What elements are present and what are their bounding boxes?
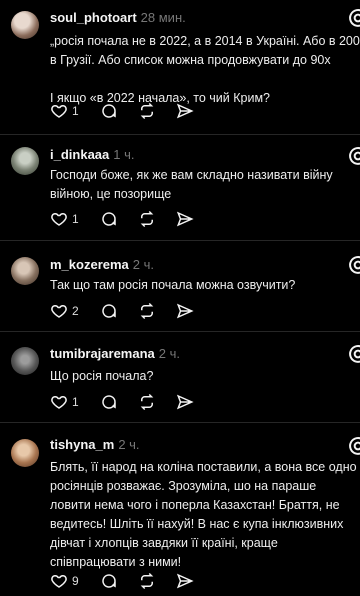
comment-icon — [102, 395, 116, 409]
username[interactable]: m_kozerema — [50, 257, 129, 272]
comment-icon — [102, 304, 116, 318]
avatar[interactable] — [11, 257, 39, 285]
username[interactable]: i_dinkaaa — [50, 147, 109, 162]
heart-icon — [51, 104, 67, 118]
timestamp: 2 ч. — [132, 257, 155, 272]
heart-icon — [51, 574, 67, 588]
repost-icon — [140, 210, 154, 228]
send-icon — [176, 303, 194, 319]
send-icon — [176, 103, 194, 119]
share-button[interactable] — [176, 102, 194, 120]
comment-icon — [102, 574, 116, 588]
like-count: 1 — [72, 212, 79, 226]
send-icon — [176, 573, 194, 589]
share-button[interactable] — [176, 210, 194, 228]
comment-text: Блять, її народ на коліна поставили, а в… — [50, 460, 357, 569]
comment-text: „росія почала не в 2022, а в 2014 в Укра… — [50, 34, 360, 105]
comment-text: Так що там росія почала можна озвучити? — [50, 278, 296, 292]
send-icon — [176, 394, 194, 410]
comment-2: i_dinkaaa 1 ч. Господи боже, як же вам ск… — [0, 135, 360, 235]
heart-icon — [51, 212, 67, 226]
timestamp: 28 мин. — [140, 10, 186, 25]
like-count: 9 — [72, 574, 79, 588]
threads-icon[interactable] — [348, 344, 360, 364]
comment-text: Господи боже, як же вам складно називати… — [50, 168, 333, 201]
comment-5: tishyna_m 2 ч. Блять, її народ на коліна … — [0, 423, 360, 596]
like-count: 1 — [72, 395, 79, 409]
reply-button[interactable] — [100, 102, 118, 120]
repost-button[interactable] — [138, 210, 156, 228]
comment-icon — [102, 212, 116, 226]
repost-button[interactable] — [138, 102, 156, 120]
repost-button[interactable] — [138, 572, 156, 590]
send-icon — [176, 211, 194, 227]
reply-button[interactable] — [100, 393, 118, 411]
comment-text: Що росія почала? — [50, 369, 154, 383]
threads-icon[interactable] — [348, 146, 360, 166]
comment-icon — [102, 104, 116, 118]
avatar[interactable] — [11, 347, 39, 375]
username[interactable]: tumibrajaremana — [50, 346, 155, 361]
comment-3: m_kozerema 2 ч. Так що там росія почала м… — [0, 241, 360, 331]
timestamp: 2 ч. — [118, 437, 140, 452]
threads-icon[interactable] — [348, 8, 360, 28]
avatar[interactable] — [11, 11, 39, 39]
like-count: 1 — [72, 104, 79, 118]
repost-icon — [140, 102, 154, 120]
like-button[interactable]: 9 — [50, 572, 80, 590]
threads-icon[interactable] — [348, 255, 360, 275]
timestamp: 1 ч. — [113, 147, 135, 162]
repost-button[interactable] — [138, 393, 156, 411]
repost-icon — [140, 393, 154, 411]
repost-icon — [140, 572, 154, 590]
repost-button[interactable] — [138, 302, 156, 320]
share-button[interactable] — [176, 302, 194, 320]
reply-button[interactable] — [100, 572, 118, 590]
like-button[interactable]: 1 — [50, 102, 80, 120]
heart-icon — [51, 304, 67, 318]
reply-button[interactable] — [100, 302, 118, 320]
avatar[interactable] — [11, 439, 39, 467]
threads-icon[interactable] — [348, 436, 360, 456]
comment-1: soul_photoart 28 мин. „росія почала не в … — [0, 0, 360, 130]
heart-icon — [51, 395, 67, 409]
avatar[interactable] — [11, 147, 39, 175]
reply-button[interactable] — [100, 210, 118, 228]
like-button[interactable]: 1 — [50, 210, 80, 228]
username[interactable]: soul_photoart — [50, 10, 137, 25]
like-button[interactable]: 2 — [50, 302, 80, 320]
timestamp: 2 ч. — [158, 346, 180, 361]
like-count: 2 — [72, 304, 79, 318]
share-button[interactable] — [176, 393, 194, 411]
like-button[interactable]: 1 — [50, 393, 80, 411]
username[interactable]: tishyna_m — [50, 437, 114, 452]
comment-4: tumibrajaremana 2 ч. Що росія почала? 1 — [0, 332, 360, 422]
repost-icon — [140, 302, 154, 320]
share-button[interactable] — [176, 572, 194, 590]
